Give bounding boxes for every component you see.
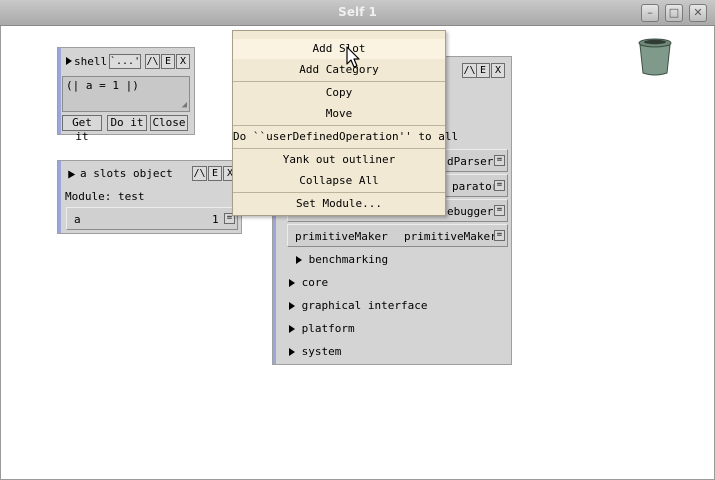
shell-edit-button[interactable]: E <box>161 54 175 69</box>
category-core[interactable]: core <box>289 276 328 289</box>
get-it-button[interactable]: Get it <box>62 115 102 143</box>
menu-add-category[interactable]: Add Category <box>233 60 445 80</box>
category-label: graphical interface <box>301 299 428 312</box>
mouse-pointer-icon <box>346 46 360 68</box>
menu-add-slot[interactable]: Add Slot <box>233 39 445 59</box>
module-label: Module: test <box>65 190 145 203</box>
window-titlebar[interactable]: Self 1 – □ ✕ <box>0 0 715 26</box>
slot-value: dParser <box>447 155 494 168</box>
do-it-button[interactable]: Do it <box>107 115 147 131</box>
expand-triangle-icon <box>289 279 295 287</box>
slots-object-title: a slots object <box>80 167 173 180</box>
shell-title: shell <box>74 55 108 68</box>
category-label: core <box>301 276 329 289</box>
slot-value: primitiveMaker <box>404 230 497 243</box>
category-graphical-interface[interactable]: graphical interface <box>289 299 427 312</box>
menu-yank-out-outliner[interactable]: Yank out outliner <box>233 150 445 170</box>
slot-name: a <box>74 213 81 226</box>
menu-separator <box>233 125 445 126</box>
slot-value: ebugger <box>447 205 494 218</box>
shell-code-text: (| a = 1 |) <box>66 79 139 92</box>
slot-assign-button[interactable]: = <box>494 205 505 216</box>
menu-separator <box>233 148 445 149</box>
shell-more-button[interactable]: `...' <box>109 54 141 69</box>
expand-triangle-icon[interactable] <box>66 54 72 67</box>
slot-value: 1 <box>212 213 219 226</box>
menu-copy[interactable]: Copy <box>233 83 445 103</box>
collapse-triangle-icon[interactable] <box>64 166 76 179</box>
shell-code-editor[interactable]: (| a = 1 |) ◢ <box>62 76 190 112</box>
expand-triangle-icon <box>289 302 295 310</box>
outliner-accent-bar <box>58 161 61 233</box>
maximize-button[interactable]: □ <box>665 4 683 22</box>
lobby-parent-button[interactable]: /\ <box>462 63 477 78</box>
category-label: system <box>301 345 342 358</box>
minimize-button[interactable]: – <box>641 4 659 22</box>
outliner-context-menu: Add Slot Add Category Copy Move Do ``use… <box>232 30 458 216</box>
menu-collapse-all[interactable]: Collapse All <box>233 171 445 191</box>
slot-assign-button[interactable]: = <box>494 230 505 241</box>
shell-close-x-button[interactable]: X <box>176 54 190 69</box>
slot-assign-button[interactable]: = <box>494 180 505 191</box>
menu-move[interactable]: Move <box>233 104 445 124</box>
lobby-edit-button[interactable]: E <box>476 63 490 78</box>
category-platform[interactable]: platform <box>289 322 355 335</box>
category-label: benchmarking <box>308 253 389 266</box>
close-button[interactable]: Close <box>150 115 188 131</box>
slot-row[interactable]: a 1 = <box>66 207 238 230</box>
window-title: Self 1 <box>338 5 377 19</box>
expand-triangle-icon <box>289 325 295 333</box>
close-window-button[interactable]: ✕ <box>689 4 707 22</box>
category-label: platform <box>301 322 355 335</box>
trash-can-icon[interactable] <box>636 38 674 76</box>
lobby-close-button[interactable]: X <box>491 63 505 78</box>
slot-assign-button[interactable]: = <box>494 155 505 166</box>
category-benchmarking[interactable]: benchmarking <box>296 253 388 266</box>
menu-set-module[interactable]: Set Module... <box>233 194 445 214</box>
lobby-slot-row[interactable]: primitiveMaker primitiveMaker = <box>287 224 508 247</box>
slots-object-edit-button[interactable]: E <box>208 166 222 181</box>
resize-grip-icon[interactable]: ◢ <box>182 100 187 110</box>
slot-value: parator <box>452 180 499 193</box>
slot-name: primitiveMaker <box>295 230 388 243</box>
outliner-accent-bar <box>58 48 61 134</box>
slots-object-parent-button[interactable]: /\ <box>192 166 207 181</box>
menu-do-user-defined-operation[interactable]: Do ``userDefinedOperation'' to all <box>233 127 458 147</box>
menu-separator <box>233 81 445 82</box>
category-system[interactable]: system <box>289 345 341 358</box>
shell-parent-button[interactable]: /\ <box>145 54 160 69</box>
expand-triangle-icon <box>289 348 295 356</box>
menu-separator <box>233 192 445 193</box>
expand-triangle-icon <box>296 256 302 264</box>
